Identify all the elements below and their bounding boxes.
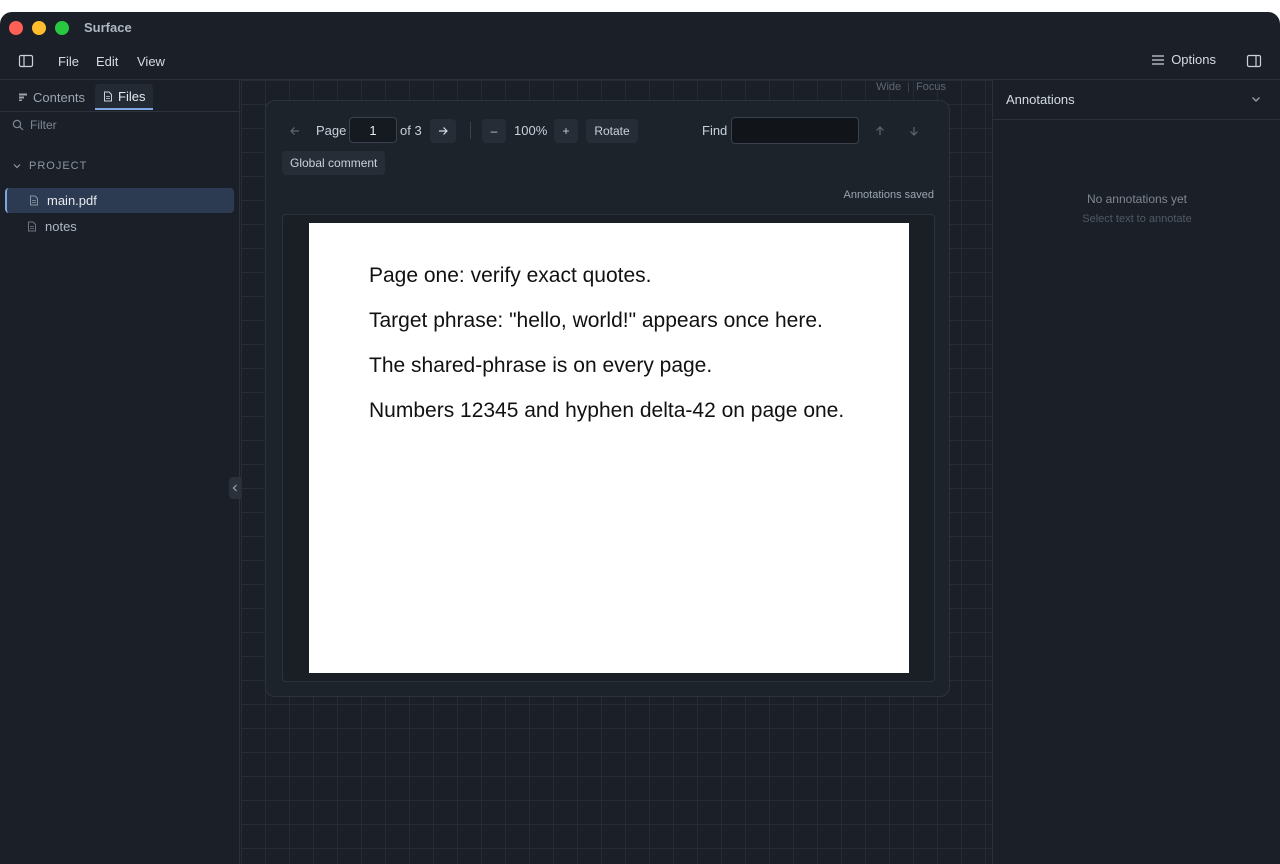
pdf-text-line[interactable]: The shared-phrase is on every page. bbox=[369, 354, 712, 378]
pdf-viewer: Page of 3 – 100% + Rotate Find bbox=[265, 100, 950, 697]
file-name: notes bbox=[45, 219, 77, 234]
find-previous-button[interactable] bbox=[868, 119, 892, 143]
project-section-label: PROJECT bbox=[29, 160, 88, 172]
save-status: Annotations saved bbox=[843, 189, 934, 201]
next-page-button[interactable] bbox=[430, 119, 456, 143]
chevron-down-icon[interactable] bbox=[1249, 92, 1263, 106]
file-icon bbox=[104, 91, 112, 101]
filter-input[interactable]: Filter bbox=[12, 118, 57, 132]
menu-edit[interactable]: Edit bbox=[96, 54, 118, 69]
project-section-header[interactable]: PROJECT bbox=[12, 160, 87, 172]
app-window: Surface File Edit View Options Contents … bbox=[0, 12, 1280, 864]
search-icon bbox=[12, 119, 24, 131]
global-comment-button[interactable]: Global comment bbox=[282, 151, 386, 175]
title-bar: Surface bbox=[0, 12, 1280, 44]
file-icon bbox=[28, 221, 36, 232]
page-label: Page bbox=[316, 123, 347, 138]
view-mode-switcher: Wide | Focus bbox=[876, 81, 946, 93]
tab-files-label: Files bbox=[118, 88, 146, 104]
right-panel-toggle-icon[interactable] bbox=[1246, 53, 1262, 69]
tab-files[interactable]: Files bbox=[95, 84, 154, 110]
pdf-text-line[interactable]: Numbers 12345 and hyphen delta-42 on pag… bbox=[369, 399, 844, 423]
document-canvas: Wide | Focus Page of 3 bbox=[241, 80, 992, 864]
maximize-window-button[interactable] bbox=[55, 21, 69, 35]
view-mode-separator: | bbox=[907, 81, 911, 93]
page-frame: Page one: verify exact quotes. Target ph… bbox=[282, 214, 935, 682]
tab-contents[interactable]: Contents bbox=[10, 84, 93, 110]
app-title: Surface bbox=[84, 20, 132, 35]
rotate-button[interactable]: Rotate bbox=[586, 119, 638, 143]
menu-bar: File Edit View Options bbox=[0, 44, 1280, 80]
pdf-toolbar: Page of 3 – 100% + Rotate Find bbox=[282, 117, 937, 145]
file-icon bbox=[30, 195, 38, 206]
sidebar-tabs: Contents Files bbox=[0, 80, 240, 112]
focus-mode-button[interactable]: Focus bbox=[916, 81, 946, 93]
pdf-text-line[interactable]: Target phrase: "hello, world!" appears o… bbox=[369, 309, 823, 333]
toolbar-divider bbox=[470, 122, 471, 139]
contents-icon bbox=[19, 93, 27, 101]
annotations-panel: Annotations No annotations yet Select te… bbox=[992, 80, 1280, 864]
collapse-sidebar-handle[interactable] bbox=[229, 477, 241, 499]
page-number-input[interactable] bbox=[349, 117, 397, 143]
previous-page-button[interactable] bbox=[282, 119, 308, 143]
zoom-in-button[interactable]: + bbox=[554, 119, 578, 143]
file-name: main.pdf bbox=[47, 193, 97, 208]
file-item-main-pdf[interactable]: main.pdf bbox=[5, 188, 234, 213]
menu-view[interactable]: View bbox=[137, 54, 165, 69]
hamburger-icon bbox=[1152, 54, 1165, 65]
find-input[interactable] bbox=[731, 117, 859, 144]
options-label: Options bbox=[1171, 52, 1216, 67]
annotations-header[interactable]: Annotations bbox=[993, 80, 1280, 120]
annotations-title: Annotations bbox=[1006, 92, 1075, 107]
sidebar: Contents Files Filter PROJECT main.pdf n… bbox=[0, 80, 241, 864]
empty-state-subtitle: Select text to annotate bbox=[1082, 213, 1192, 225]
arrow-right-icon bbox=[439, 127, 448, 135]
zoom-level: 100% bbox=[514, 123, 548, 138]
menu-file[interactable]: File bbox=[58, 54, 79, 69]
pdf-page[interactable]: Page one: verify exact quotes. Target ph… bbox=[309, 223, 909, 673]
filter-placeholder: Filter bbox=[30, 118, 57, 132]
sidebar-toggle-icon[interactable] bbox=[18, 53, 34, 69]
page-total: of 3 bbox=[400, 123, 422, 138]
arrow-up-icon bbox=[876, 126, 884, 135]
arrow-left-icon bbox=[290, 127, 299, 135]
wide-mode-button[interactable]: Wide bbox=[876, 81, 901, 93]
close-window-button[interactable] bbox=[9, 21, 23, 35]
minimize-window-button[interactable] bbox=[32, 21, 46, 35]
chevron-left-icon bbox=[232, 484, 237, 492]
find-label: Find bbox=[702, 123, 728, 138]
empty-state-title: No annotations yet bbox=[1086, 192, 1188, 206]
chevron-down-icon bbox=[13, 164, 21, 169]
arrow-down-icon bbox=[910, 127, 918, 136]
options-button[interactable]: Options bbox=[1151, 52, 1216, 67]
zoom-out-button[interactable]: – bbox=[482, 119, 506, 143]
file-item-notes[interactable]: notes bbox=[5, 214, 234, 239]
find-next-button[interactable] bbox=[902, 119, 926, 143]
tab-contents-label: Contents bbox=[33, 89, 86, 105]
pdf-text-line[interactable]: Page one: verify exact quotes. bbox=[369, 264, 652, 288]
